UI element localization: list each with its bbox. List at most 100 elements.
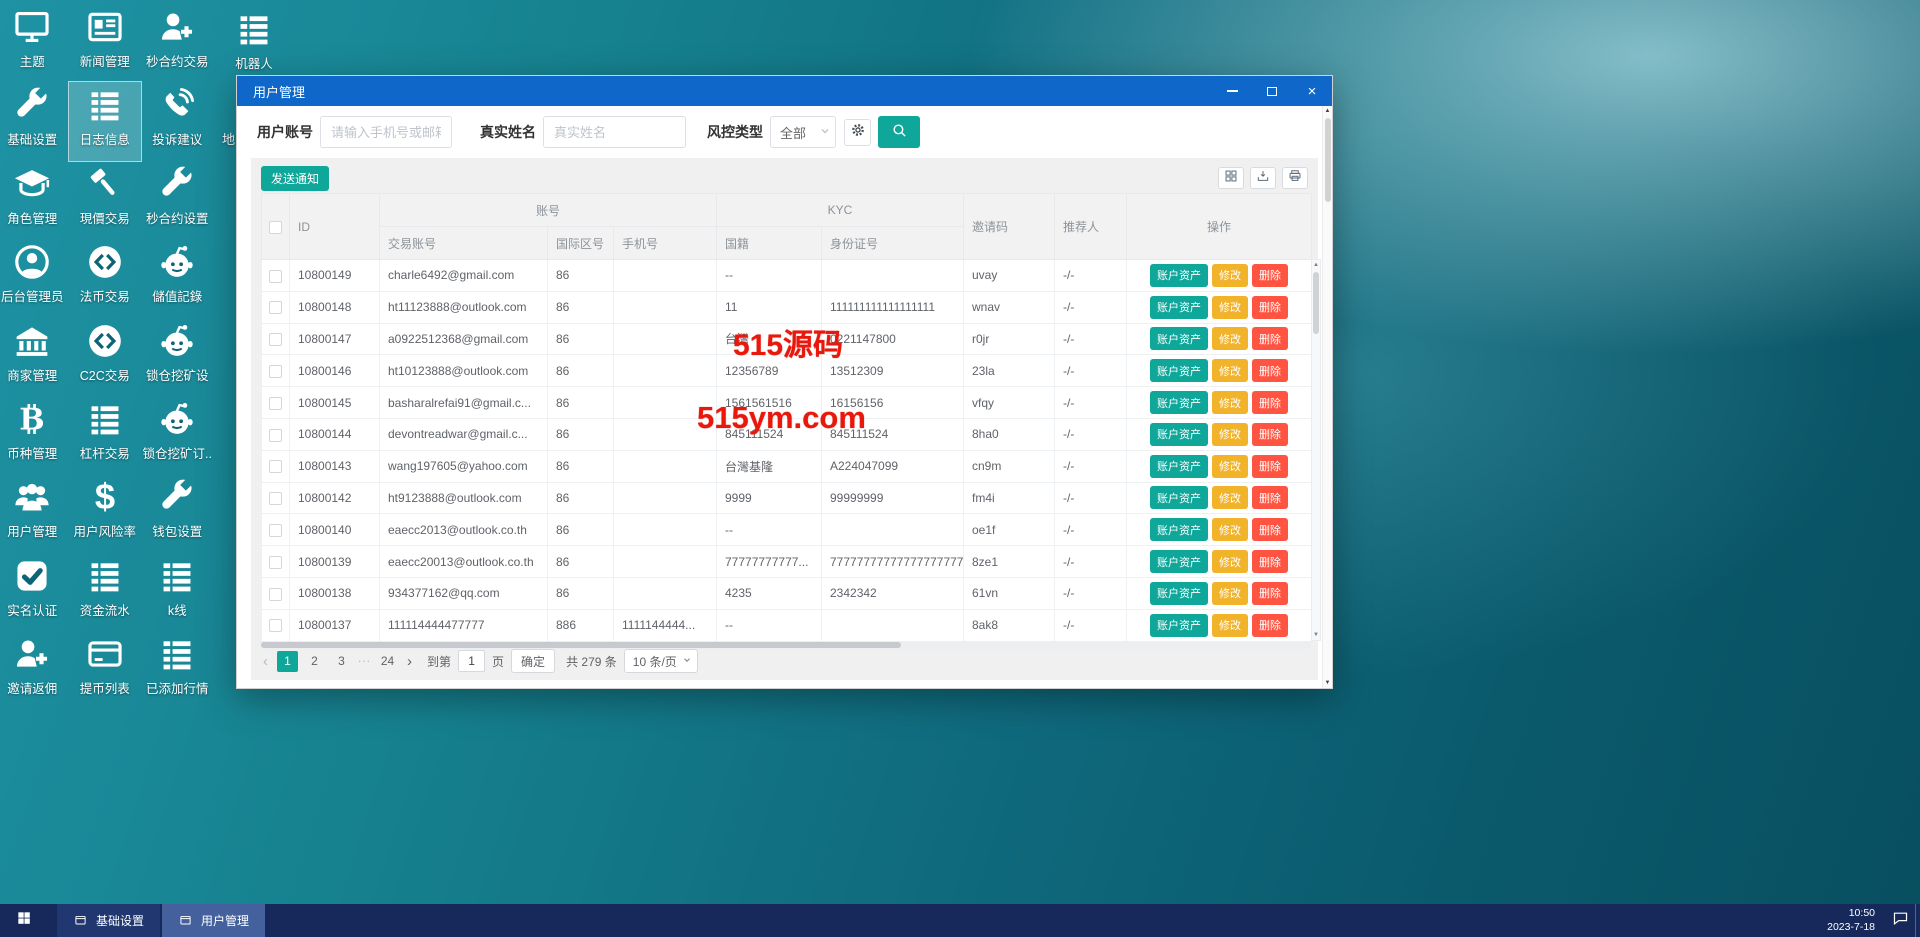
- assets-button[interactable]: 账户资产: [1150, 550, 1208, 574]
- desktop-icon[interactable]: 基础设置: [0, 82, 69, 160]
- desktop-icon[interactable]: 已添加行情: [141, 631, 214, 709]
- scroll-down-icon[interactable]: ▼: [1312, 632, 1320, 638]
- desktop-icon[interactable]: 秒合约交易: [141, 4, 214, 82]
- scrollbar-thumb[interactable]: [1324, 118, 1331, 202]
- desktop-icon[interactable]: 角色管理: [0, 161, 69, 239]
- assets-button[interactable]: 账户资产: [1150, 295, 1208, 319]
- delete-button[interactable]: 删除: [1252, 613, 1288, 637]
- edit-button[interactable]: 修改: [1212, 518, 1248, 542]
- row-checkbox[interactable]: [269, 523, 282, 537]
- desktop-icon[interactable]: C2C交易: [69, 318, 142, 396]
- delete-button[interactable]: 删除: [1252, 550, 1288, 574]
- assets-button[interactable]: 账户资产: [1150, 359, 1208, 383]
- close-button[interactable]: ×: [1292, 76, 1332, 106]
- window-titlebar[interactable]: 用户管理 ×: [237, 76, 1332, 106]
- scroll-down-icon[interactable]: ▼: [1323, 680, 1332, 686]
- desktop-icon[interactable]: $ 用户风险率: [69, 474, 142, 552]
- table-vertical-scrollbar[interactable]: ▲ ▼: [1311, 259, 1321, 641]
- risk-type-select[interactable]: 全部: [770, 116, 836, 148]
- desktop-icon[interactable]: 日志信息: [67, 81, 142, 162]
- taskbar-item-user-management[interactable]: 用户管理: [162, 904, 266, 937]
- assets-button[interactable]: 账户资产: [1150, 422, 1208, 446]
- desktop-icon[interactable]: 現價交易: [69, 161, 142, 239]
- page-button[interactable]: 1: [277, 650, 298, 672]
- confirm-button[interactable]: 确定: [511, 649, 556, 673]
- desktop-icon[interactable]: 资金流水: [69, 553, 142, 631]
- notifications-button[interactable]: [1885, 904, 1915, 937]
- row-checkbox[interactable]: [269, 333, 282, 347]
- desktop-icon[interactable]: 邀请返佣: [0, 631, 69, 709]
- row-checkbox[interactable]: [269, 492, 282, 506]
- desktop-icon[interactable]: 实名认证: [0, 553, 69, 631]
- row-checkbox[interactable]: [269, 619, 282, 633]
- row-checkbox[interactable]: [269, 428, 282, 442]
- delete-button[interactable]: 删除: [1252, 422, 1288, 446]
- scroll-up-icon[interactable]: ▲: [1312, 262, 1320, 268]
- desktop-icon[interactable]: 法币交易: [69, 239, 142, 317]
- taskbar-clock[interactable]: 10:50 2023-7-18: [1827, 904, 1885, 937]
- delete-button[interactable]: 删除: [1252, 518, 1288, 542]
- row-checkbox[interactable]: [269, 301, 282, 315]
- delete-button[interactable]: 删除: [1252, 486, 1288, 510]
- desktop-icon[interactable]: B 币种管理: [0, 396, 69, 474]
- delete-button[interactable]: 删除: [1252, 581, 1288, 605]
- desktop-icon[interactable]: 投诉建议: [141, 82, 214, 160]
- row-checkbox[interactable]: [269, 396, 282, 410]
- row-checkbox[interactable]: [269, 364, 282, 378]
- edit-button[interactable]: 修改: [1212, 486, 1248, 510]
- taskbar-item-basic-settings[interactable]: 基础设置: [57, 904, 161, 937]
- desktop-icon[interactable]: 用户管理: [0, 474, 69, 552]
- export-button[interactable]: [1250, 167, 1276, 189]
- page-size-select[interactable]: 10 条/页: [623, 649, 698, 673]
- select-all-checkbox[interactable]: [269, 220, 282, 234]
- assets-button[interactable]: 账户资产: [1150, 518, 1208, 542]
- edit-button[interactable]: 修改: [1212, 295, 1248, 319]
- page-button[interactable]: 24: [377, 651, 398, 672]
- grid-view-button[interactable]: [1218, 167, 1244, 189]
- desktop-icon[interactable]: 提币列表: [69, 631, 142, 709]
- assets-button[interactable]: 账户资产: [1150, 613, 1208, 637]
- edit-button[interactable]: 修改: [1212, 613, 1248, 637]
- row-checkbox[interactable]: [269, 269, 282, 283]
- assets-button[interactable]: 账户资产: [1150, 327, 1208, 351]
- start-button[interactable]: [0, 904, 47, 937]
- page-button[interactable]: 2: [304, 651, 325, 672]
- delete-button[interactable]: 删除: [1252, 359, 1288, 383]
- scrollbar-thumb[interactable]: [1313, 272, 1319, 334]
- scroll-up-icon[interactable]: ▲: [1323, 108, 1332, 114]
- row-checkbox[interactable]: [269, 460, 282, 474]
- edit-button[interactable]: 修改: [1212, 550, 1248, 574]
- page-button[interactable]: 3: [331, 651, 352, 672]
- realname-input[interactable]: [543, 116, 686, 148]
- assets-button[interactable]: 账户资产: [1150, 454, 1208, 478]
- delete-button[interactable]: 删除: [1252, 454, 1288, 478]
- column-settings-button[interactable]: [844, 118, 871, 146]
- prev-page-icon[interactable]: ‹: [261, 653, 270, 670]
- edit-button[interactable]: 修改: [1212, 422, 1248, 446]
- window-vertical-scrollbar[interactable]: ▲ ▼: [1322, 106, 1332, 688]
- desktop-icon[interactable]: 主题: [0, 4, 69, 82]
- assets-button[interactable]: 账户资产: [1150, 581, 1208, 605]
- edit-button[interactable]: 修改: [1212, 581, 1248, 605]
- delete-button[interactable]: 删除: [1252, 263, 1288, 287]
- desktop-icon[interactable]: 锁仓挖矿设: [141, 318, 214, 396]
- edit-button[interactable]: 修改: [1212, 263, 1248, 287]
- assets-button[interactable]: 账户资产: [1150, 263, 1208, 287]
- edit-button[interactable]: 修改: [1212, 327, 1248, 351]
- show-desktop-button[interactable]: [1915, 904, 1920, 937]
- delete-button[interactable]: 删除: [1252, 327, 1288, 351]
- desktop-icon-robot[interactable]: 机器人: [218, 6, 290, 73]
- edit-button[interactable]: 修改: [1212, 454, 1248, 478]
- desktop-icon[interactable]: 后台管理员: [0, 239, 69, 317]
- row-checkbox[interactable]: [269, 587, 282, 601]
- desktop-icon[interactable]: 钱包设置: [141, 474, 214, 552]
- edit-button[interactable]: 修改: [1212, 359, 1248, 383]
- row-checkbox[interactable]: [269, 555, 282, 569]
- desktop-icon[interactable]: k线: [141, 553, 214, 631]
- assets-button[interactable]: 账户资产: [1150, 486, 1208, 510]
- delete-button[interactable]: 删除: [1252, 391, 1288, 415]
- send-notice-button[interactable]: 发送通知: [261, 166, 330, 191]
- next-page-icon[interactable]: ›: [405, 653, 414, 670]
- edit-button[interactable]: 修改: [1212, 391, 1248, 415]
- desktop-icon[interactable]: 新闻管理: [69, 4, 142, 82]
